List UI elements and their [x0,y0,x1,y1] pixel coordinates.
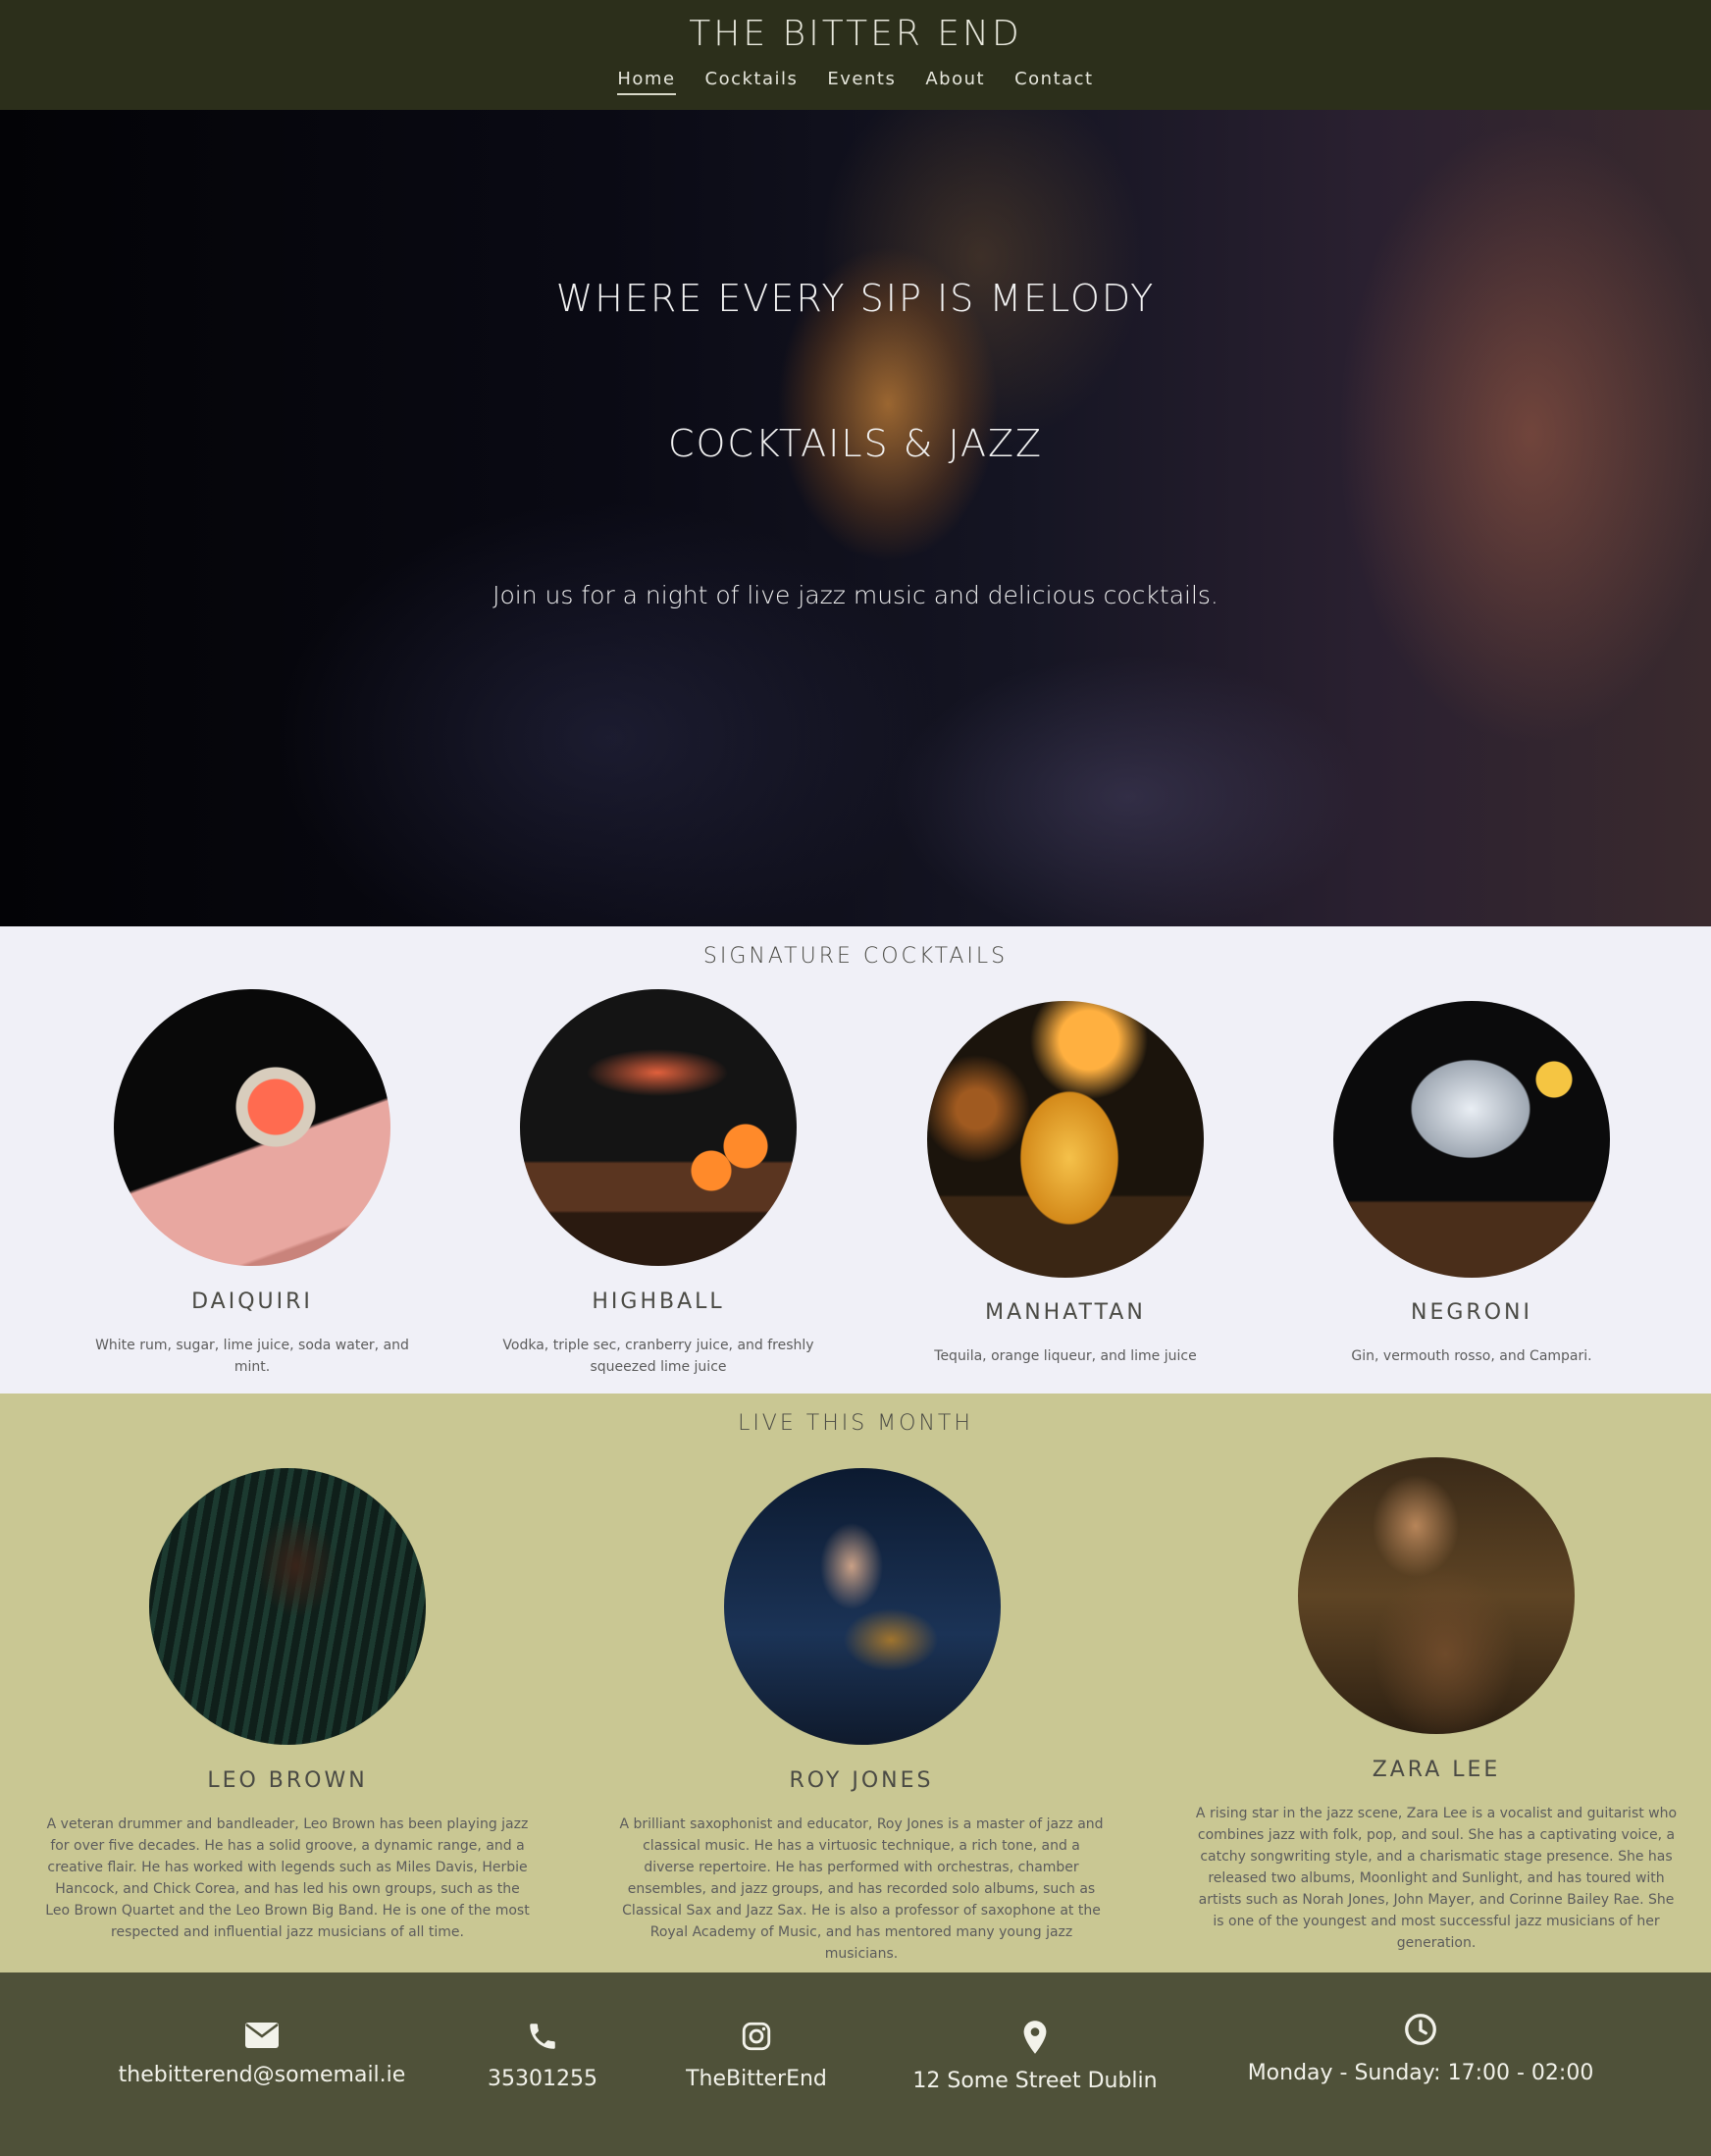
footer-phone[interactable]: 35301255 [444,2020,641,2091]
footer-instagram[interactable]: TheBitterEnd [658,2020,855,2091]
cocktail-desc-manhattan: Tequila, orange liqueur, and lime juice [934,1348,1197,1364]
live-this-month-section: LIVE THIS MONTH LEO BROWN A veteran drum… [0,1394,1711,1972]
cocktail-desc-negroni: Gin, vermouth rosso, and Campari. [1351,1348,1592,1364]
nav-home-link[interactable]: Home [617,69,676,95]
musician-bio-leo-brown: A veteran drummer and bandleader, Leo Br… [45,1816,530,1940]
nav-about-link[interactable]: About [925,69,985,95]
footer-instagram-label[interactable]: TheBitterEnd [658,2067,855,2091]
nav-cocktails-link[interactable]: Cocktails [705,69,799,95]
site-footer: thebitterend@somemail.ie 35301255 TheBit… [0,1972,1711,2156]
phone-icon [530,2024,555,2049]
nav-contact-link[interactable]: Contact [1014,69,1094,95]
musician-name-roy-jones: ROY JONES [789,1768,934,1793]
musician-photo-zara-lee [1298,1457,1575,1734]
hero-title: WHERE EVERY SIP IS MELODY [555,277,1156,320]
hero-banner: WHERE EVERY SIP IS MELODY COCKTAILS & JA… [0,110,1711,926]
footer-location-label[interactable]: 12 Some Street Dublin [888,2069,1182,2093]
footer-hours-label: Monday - Sunday: 17:00 - 02:00 [1247,2061,1594,2085]
brand-logo-text[interactable]: THE BITTER END [0,14,1711,54]
cocktail-name-daiquiri: DAIQUIRI [191,1289,313,1314]
envelope-icon [245,2023,279,2048]
hero-tagline: Join us for a night of live jazz music a… [493,581,1218,609]
section-title-cocktails: SIGNATURE COCKTAILS [702,944,1009,969]
hero-subtitle: COCKTAILS & JAZZ [667,422,1044,465]
cocktail-name-manhattan: MANHATTAN [985,1300,1146,1325]
signature-cocktails-section: SIGNATURE COCKTAILS DAIQUIRI White rum, … [0,926,1711,1394]
footer-location[interactable]: 12 Some Street Dublin [888,2020,1182,2093]
section-title-live: LIVE THIS MONTH [738,1411,973,1436]
musician-photo-roy-jones [724,1468,1001,1745]
musician-bio-zara-lee: A rising star in the jazz scene, Zara Le… [1195,1806,1678,1951]
instagram-icon [742,2022,771,2051]
footer-email-label[interactable]: thebitterend@somemail.ie [105,2063,419,2087]
musician-name-leo-brown: LEO BROWN [207,1768,368,1793]
map-pin-icon [1023,2021,1047,2054]
nav-events-link[interactable]: Events [827,69,896,95]
cocktail-image-highball [520,989,797,1266]
site-header: THE BITTER END Home Cocktails Events Abo… [0,0,1711,110]
musician-name-zara-lee: ZARA LEE [1372,1758,1501,1782]
musician-photo-leo-brown [149,1468,426,1745]
main-nav: Home Cocktails Events About Contact [0,69,1711,95]
cocktail-desc-highball: Vodka, triple sec, cranberry juice, and … [502,1338,814,1375]
cocktail-image-negroni [1333,1001,1610,1278]
footer-hours: Monday - Sunday: 17:00 - 02:00 [1224,2012,1617,2085]
footer-email[interactable]: thebitterend@somemail.ie [105,2022,419,2087]
cocktail-name-highball: HIGHBALL [592,1289,725,1314]
cocktail-name-negroni: NEGRONI [1411,1300,1532,1325]
cocktail-desc-daiquiri: White rum, sugar, lime juice, soda water… [95,1338,409,1375]
clock-icon [1405,2014,1436,2045]
cocktail-image-manhattan [927,1001,1204,1278]
footer-phone-label[interactable]: 35301255 [444,2067,641,2091]
musician-bio-roy-jones: A brilliant saxophonist and educator, Ro… [619,1816,1104,1962]
cocktail-image-daiquiri [114,989,390,1266]
